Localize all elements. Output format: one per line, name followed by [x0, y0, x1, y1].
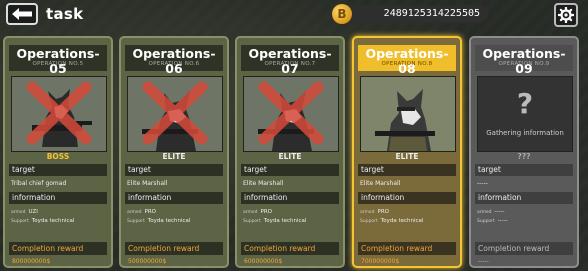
- armed-row: armed PRO: [243, 209, 339, 215]
- target-label: target: [125, 164, 223, 176]
- question-mark-icon: ?: [516, 87, 534, 120]
- target-portrait: [243, 76, 339, 152]
- target-name: -----: [477, 180, 488, 187]
- rank-badge: ELITE: [278, 152, 302, 161]
- target-label: target: [241, 164, 339, 176]
- information-label: information: [9, 192, 107, 204]
- operation-code: OPERATION NO.6: [148, 61, 200, 67]
- operation-card-09[interactable]: Operations-09 OPERATION NO.9 ? Gathering…: [469, 36, 579, 268]
- reward-value: 600000000$: [244, 258, 283, 265]
- target-label: target: [358, 164, 456, 176]
- page-title: task: [46, 5, 84, 23]
- support-value: Toyda technical: [147, 218, 191, 224]
- armed-key: armed: [360, 210, 375, 215]
- support-key: Support: [477, 219, 495, 224]
- target-label: target: [475, 164, 573, 176]
- card-header: Operations-07 OPERATION NO.7: [241, 45, 339, 76]
- armed-key: armed: [127, 210, 142, 215]
- support-row: Support Toyda technical: [127, 218, 223, 224]
- armed-value: UZI: [28, 209, 38, 215]
- information-label: information: [475, 192, 573, 204]
- wolf-soldier-image: [361, 77, 455, 151]
- rank-badge: BOSS: [46, 152, 70, 161]
- card-header: Operations-06 OPERATION NO.6: [125, 45, 223, 76]
- support-row: Support Toyda technical: [11, 218, 107, 224]
- reward-label: Completion reward: [358, 242, 456, 255]
- armed-key: armed: [477, 210, 492, 215]
- target-portrait: [11, 76, 107, 152]
- operation-card-07[interactable]: Operations-07 OPERATION NO.7 ELITE targe…: [235, 36, 345, 268]
- operation-code: OPERATION NO.7: [264, 61, 316, 67]
- armed-key: armed: [243, 210, 258, 215]
- information-label: information: [125, 192, 223, 204]
- armed-value: PRO: [260, 209, 273, 215]
- card-header: Operations-05 OPERATION NO.5: [9, 45, 107, 76]
- completed-cross-icon: [258, 81, 324, 145]
- support-key: Support: [360, 219, 378, 224]
- support-value: Toyda technical: [31, 218, 75, 224]
- reward-value: -----: [478, 258, 489, 265]
- rank-badge: ???: [517, 152, 531, 161]
- armed-value: -----: [494, 209, 505, 215]
- back-button[interactable]: [6, 3, 38, 25]
- target-name: Elite Marshall: [127, 180, 168, 187]
- armed-key: armed: [11, 210, 26, 215]
- target-portrait: [360, 76, 456, 152]
- support-value: -----: [497, 218, 508, 224]
- back-arrow-icon: [12, 8, 32, 20]
- completed-cross-icon: [26, 81, 92, 145]
- support-row: Support -----: [477, 218, 573, 224]
- reward-label: Completion reward: [241, 242, 339, 255]
- settings-button[interactable]: [554, 3, 578, 27]
- target-name: Elite Marshall: [243, 180, 284, 187]
- information-label: information: [241, 192, 339, 204]
- operation-code: OPERATION NO.9: [498, 61, 550, 67]
- gathering-info-text: Gathering information: [486, 129, 564, 137]
- card-header: Operations-08 OPERATION NO.8: [358, 45, 456, 76]
- operation-code: OPERATION NO.8: [381, 61, 433, 67]
- currency-display: B 2489125314225505: [332, 4, 488, 24]
- armed-row: armed PRO: [360, 209, 456, 215]
- operation-card-08[interactable]: Operations-08 OPERATION NO.8 ELITE targe…: [352, 36, 462, 268]
- support-key: Support: [243, 219, 261, 224]
- reward-value: 700000000$: [361, 258, 400, 265]
- armed-row: armed PRO: [127, 209, 223, 215]
- card-header: Operations-09 OPERATION NO.9: [475, 45, 573, 76]
- completed-cross-icon: [142, 81, 208, 145]
- armed-row: armed -----: [477, 209, 573, 215]
- rank-badge: ELITE: [395, 152, 419, 161]
- target-name: Elite Marshall: [360, 180, 401, 187]
- operation-card-06[interactable]: Operations-06 OPERATION NO.6 ELITE targe…: [119, 36, 229, 268]
- target-label: target: [9, 164, 107, 176]
- information-label: information: [358, 192, 456, 204]
- reward-value: 500000000$: [128, 258, 167, 265]
- currency-value: 2489125314225505: [383, 8, 480, 19]
- support-row: Support Toyda technical: [360, 218, 456, 224]
- support-row: Support Toyda technical: [243, 218, 339, 224]
- top-bar: task B 2489125314225505: [0, 0, 588, 30]
- support-value: Toyda technical: [263, 218, 307, 224]
- operation-card-05[interactable]: Operations-05 OPERATION NO.5 BOSS target…: [3, 36, 113, 268]
- reward-label: Completion reward: [475, 242, 573, 255]
- support-value: Toyda technical: [380, 218, 424, 224]
- reward-value: 800000000$: [12, 258, 51, 265]
- locked-portrait: ? Gathering information: [477, 76, 573, 152]
- armed-value: PRO: [144, 209, 157, 215]
- target-name: Tribal chief gomad: [11, 180, 67, 187]
- armed-row: armed UZI: [11, 209, 107, 215]
- operation-code: OPERATION NO.5: [32, 61, 84, 67]
- reward-label: Completion reward: [9, 242, 107, 255]
- target-portrait: [127, 76, 223, 152]
- bitcoin-icon: B: [332, 4, 352, 24]
- gear-icon: [558, 7, 574, 23]
- support-key: Support: [11, 219, 29, 224]
- reward-label: Completion reward: [125, 242, 223, 255]
- armed-value: PRO: [377, 209, 390, 215]
- rank-badge: ELITE: [162, 152, 186, 161]
- support-key: Support: [127, 219, 145, 224]
